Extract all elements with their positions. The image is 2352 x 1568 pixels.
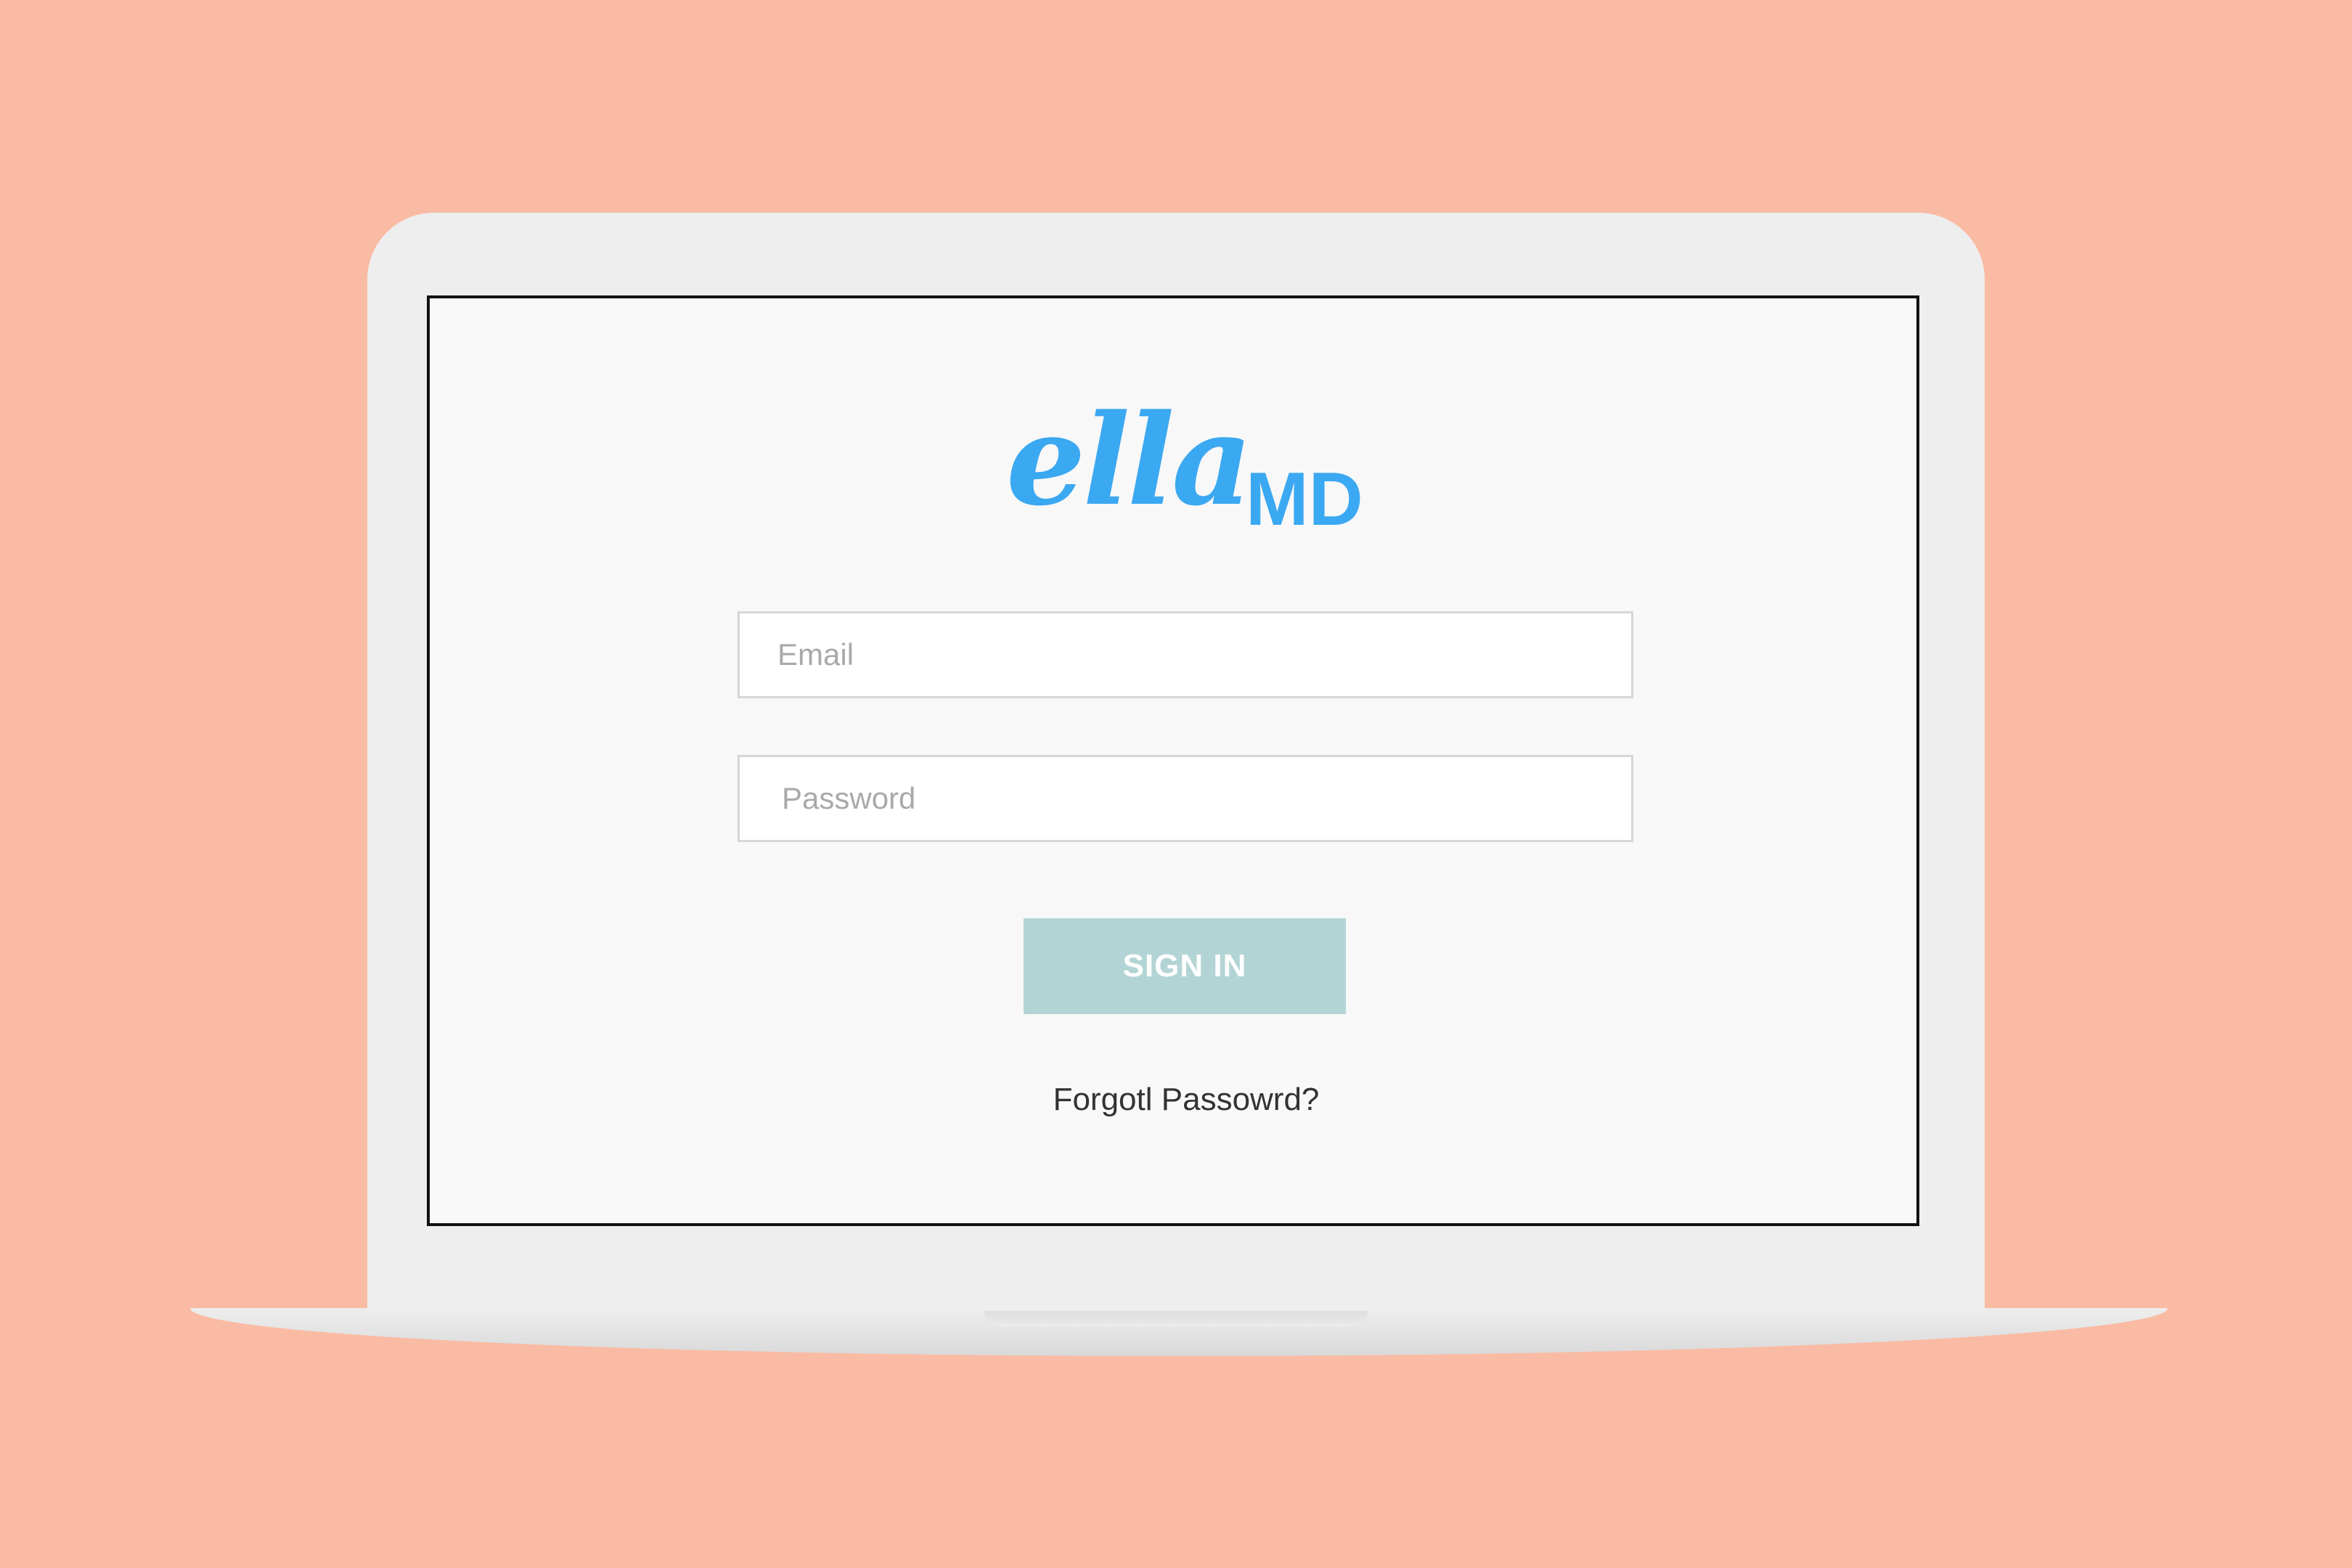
forgot-password-link[interactable]: Forgotl Passowrd?	[1002, 1082, 1371, 1118]
email-field[interactable]	[738, 611, 1633, 698]
sign-in-button[interactable]: SIGN IN	[1024, 918, 1346, 1014]
logo-suffix-text: MD	[1246, 457, 1363, 542]
ella-md-logo: ella MD	[1006, 398, 1384, 543]
laptop-notch	[984, 1311, 1368, 1327]
logo-script-text: ella	[1006, 386, 1253, 534]
password-field[interactable]	[738, 755, 1633, 842]
